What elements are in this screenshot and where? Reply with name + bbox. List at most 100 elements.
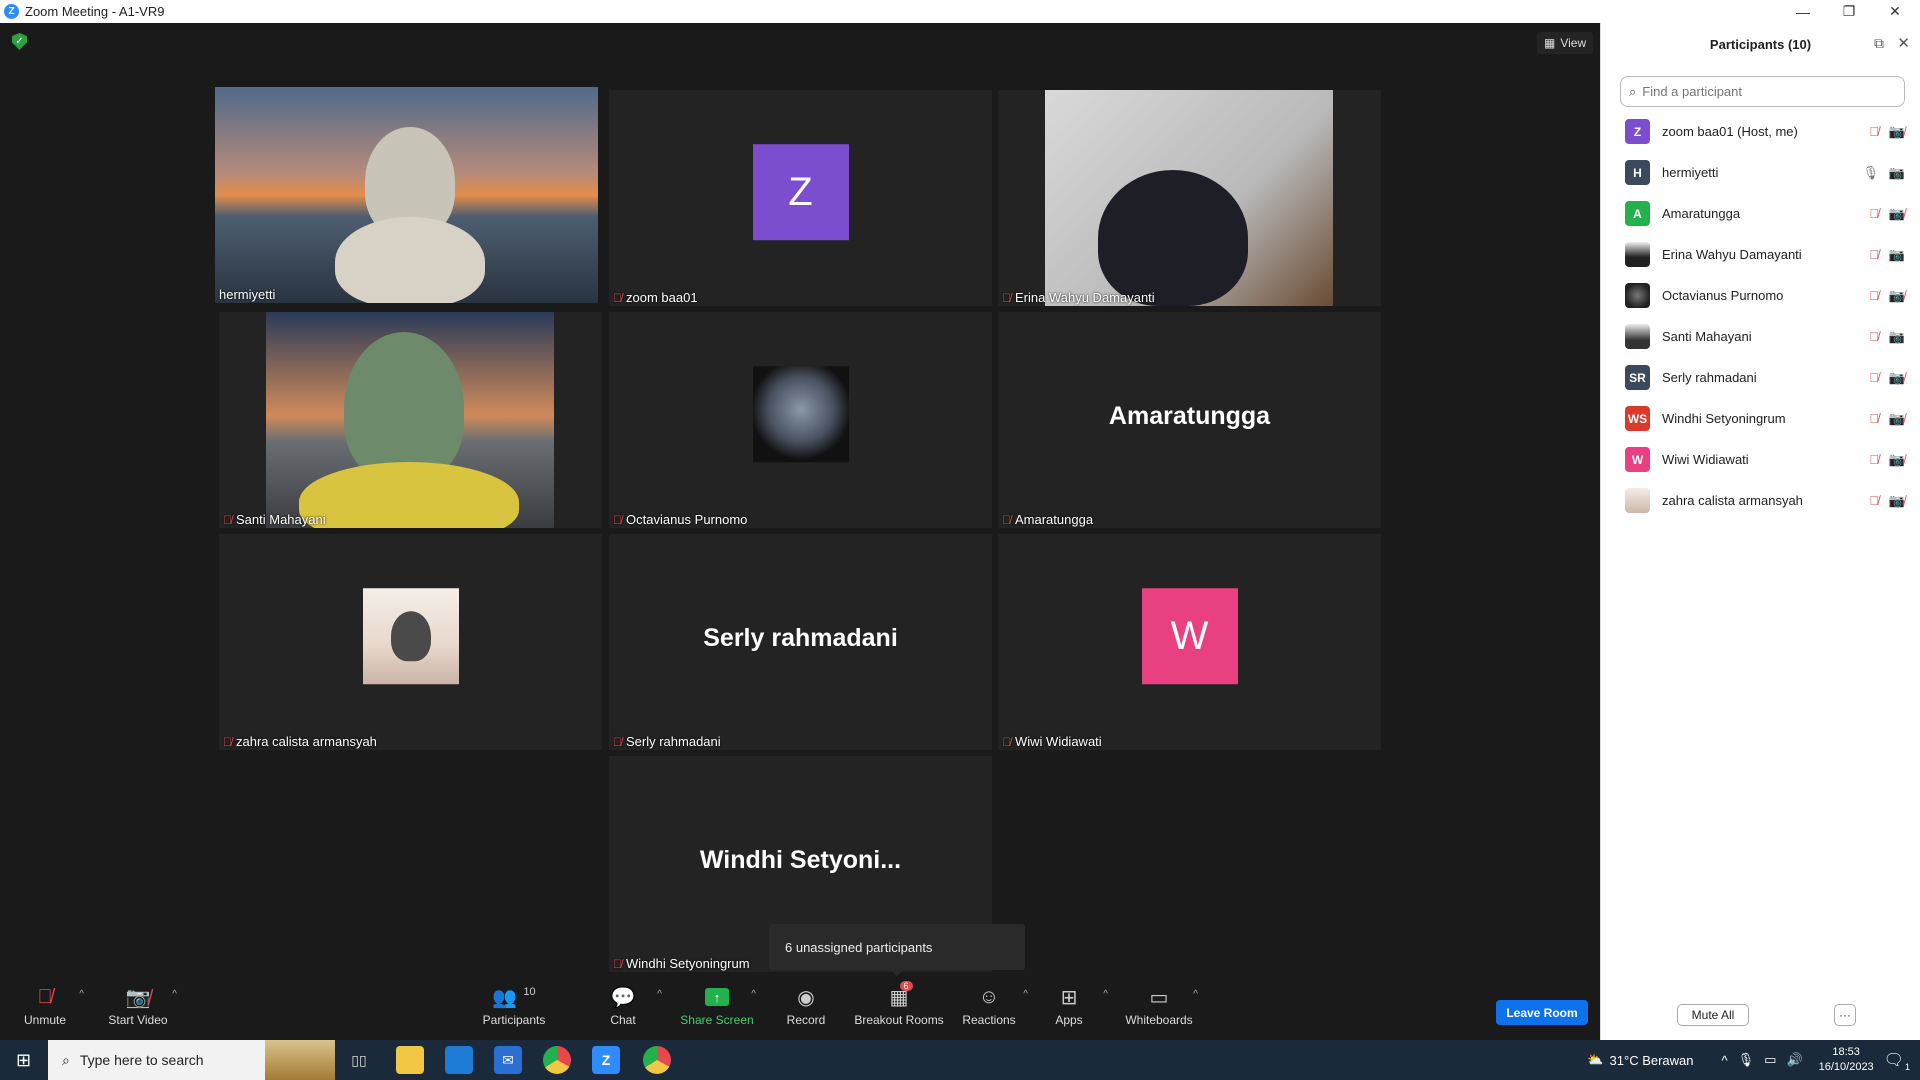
zoom-logo-icon: Z (4, 4, 19, 19)
video-icon[interactable]: 📷 (1889, 329, 1905, 345)
participant-row[interactable]: SR Serly rahmadani 🎙̸ 📷̸ (1601, 357, 1920, 398)
mic-muted-icon[interactable]: 🎙̸ (1869, 206, 1879, 221)
chevron-up-icon[interactable]: ^ (1193, 989, 1198, 1000)
title-bar: Z Zoom Meeting - A1-VR9 — ❐ ✕ (0, 0, 1920, 23)
apps-button[interactable]: ⊞ Apps ^ (1024, 983, 1114, 1035)
video-tile-octavianus[interactable]: 🎙̸ Octavianus Purnomo (609, 312, 992, 528)
tile-big-name: Amaratungga (1108, 402, 1271, 431)
avatar: W (1141, 588, 1238, 685)
mic-muted-icon: 🎙̸ (613, 290, 622, 305)
video-off-icon[interactable]: 📷̸ (1889, 452, 1905, 468)
weather-text[interactable]: 31°C Berawan (1610, 1053, 1694, 1068)
microphone-icon[interactable]: 🎙 (1738, 1052, 1755, 1068)
participant-row[interactable]: Z zoom baa01 (Host, me) 🎙̸ 📷̸ (1601, 111, 1920, 152)
security-shield-icon[interactable] (12, 33, 27, 50)
mic-muted-icon[interactable]: 🎙̸ (1869, 493, 1879, 508)
close-icon[interactable]: ✕ (1872, 0, 1918, 23)
taskbar-search[interactable]: ⌕ Type here to search (48, 1040, 335, 1080)
video-tile-wiwi[interactable]: W 🎙̸ Wiwi Widiawati (998, 534, 1381, 750)
chevron-up-icon[interactable]: ^ (1103, 989, 1108, 1000)
task-view-icon[interactable]: ▯▯ (345, 1046, 373, 1074)
store-icon[interactable] (445, 1046, 473, 1074)
video-tile-zahra[interactable]: 🎙̸ zahra calista armansyah (219, 534, 602, 750)
tile-big-name: Serly rahmadani (703, 624, 898, 653)
mic-muted-icon[interactable]: 🎙̸ (1869, 329, 1879, 344)
chevron-up-icon[interactable]: ^ (1722, 1053, 1728, 1068)
close-icon[interactable]: ✕ (1897, 34, 1910, 52)
mic-muted-icon[interactable]: 🎙̸ (1869, 452, 1879, 467)
mic-muted-icon[interactable]: 🎙̸ (1869, 411, 1879, 426)
participant-row[interactable]: Santi Mahayani 🎙̸ 📷 (1601, 316, 1920, 357)
chat-button[interactable]: 💬 Chat ^ (578, 983, 668, 1035)
avatar: A (1625, 201, 1650, 226)
participant-row[interactable]: Octavianus Purnomo 🎙̸ 📷̸ (1601, 275, 1920, 316)
participant-silhouette (390, 611, 431, 662)
chevron-up-icon[interactable]: ^ (172, 989, 177, 1000)
unmute-button[interactable]: 🎙̸ Unmute ^ (0, 983, 90, 1035)
mic-muted-icon[interactable]: 🎙̸ (1869, 288, 1879, 303)
video-off-icon[interactable]: 📷̸ (1889, 370, 1905, 386)
start-video-button[interactable]: 📷̸ Start Video ^ (93, 983, 183, 1035)
file-explorer-icon[interactable] (396, 1046, 424, 1074)
more-options-button[interactable]: ··· (1834, 1004, 1856, 1026)
participant-row[interactable]: WS Windhi Setyoningrum 🎙̸ 📷̸ (1601, 398, 1920, 439)
video-tile-amaratungga[interactable]: Amaratungga 🎙̸ Amaratungga (998, 312, 1381, 528)
video-off-icon[interactable]: 📷̸ (1889, 411, 1905, 427)
video-off-icon[interactable]: 📷̸ (1889, 288, 1905, 304)
view-button[interactable]: ▦ View (1537, 32, 1594, 54)
clock[interactable]: 18:53 16/10/2023 (1819, 1045, 1874, 1075)
network-icon[interactable]: ▭ (1764, 1052, 1776, 1068)
video-tile-erina[interactable]: 🎙̸ Erina Wahyu Damayanti (998, 90, 1381, 306)
window-title: Zoom Meeting - A1-VR9 (25, 4, 165, 19)
avatar (362, 588, 459, 685)
mail-icon[interactable]: ✉ (494, 1046, 522, 1074)
mic-muted-icon[interactable]: 🎙̸ (1869, 124, 1879, 139)
video-tile-zoom-baa01[interactable]: Z 🎙̸ zoom baa01 (609, 90, 992, 306)
chrome-icon[interactable] (543, 1046, 571, 1074)
restore-icon[interactable]: ❐ (1826, 0, 1872, 23)
participant-row[interactable]: Erina Wahyu Damayanti 🎙̸ 📷 (1601, 234, 1920, 275)
mute-all-button[interactable]: Mute All (1677, 1004, 1749, 1026)
whiteboards-button[interactable]: ▭ Whiteboards ^ (1114, 983, 1204, 1035)
video-icon[interactable]: 📷 (1889, 247, 1905, 263)
chevron-up-icon[interactable]: ^ (657, 989, 662, 1000)
chevron-up-icon[interactable]: ^ (751, 989, 756, 1000)
participant-row[interactable]: H hermiyetti 🎙 📷 (1601, 152, 1920, 193)
zoom-taskbar-icon[interactable]: Z (592, 1046, 620, 1074)
video-off-icon[interactable]: 📷̸ (1889, 124, 1905, 140)
minimize-icon[interactable]: — (1780, 0, 1826, 23)
windows-start-icon[interactable]: ⊞ (0, 1040, 47, 1080)
video-icon[interactable]: 📷 (1889, 165, 1905, 181)
chrome-profile-icon[interactable] (643, 1046, 671, 1074)
participant-search[interactable]: ⌕ (1620, 76, 1905, 107)
chevron-up-icon[interactable]: ^ (79, 989, 84, 1000)
participant-row[interactable]: A Amaratungga 🎙̸ 📷̸ (1601, 193, 1920, 234)
share-screen-button[interactable]: ↑ Share Screen ^ (672, 983, 762, 1035)
avatar (1625, 488, 1650, 513)
mic-muted-icon[interactable]: 🎙̸ (1869, 370, 1879, 385)
participant-row[interactable]: W Wiwi Widiawati 🎙̸ 📷̸ (1601, 439, 1920, 480)
popout-icon[interactable]: ⧉ (1874, 35, 1884, 52)
participant-row[interactable]: zahra calista armansyah 🎙̸ 📷̸ (1601, 480, 1920, 521)
avatar (1625, 283, 1650, 308)
notification-icon[interactable]: 🗨 1 (1884, 1050, 1910, 1072)
leave-room-button[interactable]: Leave Room (1496, 1000, 1588, 1025)
weather-icon[interactable]: ⛅ (1587, 1052, 1603, 1068)
video-off-icon: 📷̸ (125, 986, 151, 1009)
mic-muted-icon[interactable]: 🎙̸ (1869, 247, 1879, 262)
search-highlight-image (265, 1040, 335, 1080)
volume-icon[interactable]: 🔊 (1786, 1052, 1802, 1068)
participants-button[interactable]: 👥 10 Participants (469, 983, 559, 1035)
video-off-icon[interactable]: 📷̸ (1889, 206, 1905, 222)
mic-icon[interactable]: 🎙 (1862, 165, 1879, 181)
video-tile-santi[interactable]: 🎙̸ Santi Mahayani (219, 312, 602, 528)
video-tile-serly[interactable]: Serly rahmadani 🎙̸ Serly rahmadani (609, 534, 992, 750)
record-button[interactable]: ◉ Record (761, 983, 851, 1035)
breakout-rooms-icon: ▦ 6 (890, 980, 913, 1010)
video-off-icon[interactable]: 📷̸ (1889, 493, 1905, 509)
participant-search-input[interactable] (1642, 84, 1883, 99)
reactions-button[interactable]: ☺ Reactions ^ (944, 983, 1034, 1035)
video-tile-hermiyetti[interactable]: hermiyetti (215, 87, 598, 303)
tile-name-label: 🎙̸ zoom baa01 (613, 290, 698, 305)
breakout-rooms-button[interactable]: ▦ 6 Breakout Rooms (853, 980, 945, 1035)
